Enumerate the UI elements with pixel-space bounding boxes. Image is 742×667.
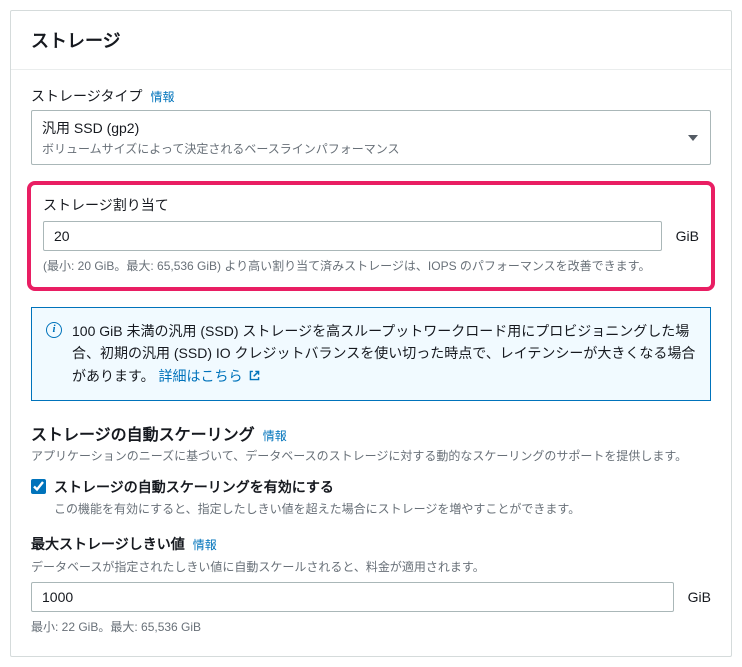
external-link-icon	[248, 366, 261, 388]
autoscaling-section: ストレージの自動スケーリング 情報 アプリケーションのニーズに基づいて、データベ…	[31, 421, 711, 636]
autoscaling-desc: アプリケーションのニーズに基づいて、データベースのストレージに対する動的なスケー…	[31, 447, 711, 465]
threshold-unit: GiB	[688, 589, 711, 605]
info-link-label: 詳細はこちら	[159, 368, 243, 384]
autoscaling-checkbox-label: ストレージの自動スケーリングを有効にする	[54, 477, 580, 497]
threshold-input-row: GiB	[31, 582, 711, 612]
threshold-desc: データベースが指定されたしきい値に自動スケールされると、料金が適用されます。	[31, 558, 711, 576]
threshold-field: 最大ストレージしきい値 情報 データベースが指定されたしきい値に自動スケールされ…	[31, 534, 711, 636]
caret-down-icon	[688, 135, 698, 141]
allocation-label-row: ストレージ割り当て	[43, 195, 699, 215]
storage-type-field: ストレージタイプ 情報 汎用 SSD (gp2) ボリュームサイズによって決定さ…	[31, 86, 711, 165]
panel-body: ストレージタイプ 情報 汎用 SSD (gp2) ボリュームサイズによって決定さ…	[11, 70, 731, 656]
autoscaling-checkbox-row: ストレージの自動スケーリングを有効にする この機能を有効にすると、指定したしきい…	[31, 477, 711, 518]
allocation-input[interactable]	[43, 221, 662, 251]
autoscaling-info-link[interactable]: 情報	[263, 427, 287, 444]
threshold-input[interactable]	[31, 582, 674, 612]
allocation-helper: (最小: 20 GiB。最大: 65,536 GiB) より高い割り当て済みスト…	[43, 257, 699, 275]
threshold-info-link[interactable]: 情報	[193, 536, 217, 553]
storage-allocation-highlight: ストレージ割り当て GiB (最小: 20 GiB。最大: 65,536 GiB…	[27, 181, 715, 291]
autoscaling-title-row: ストレージの自動スケーリング 情報	[31, 421, 711, 445]
allocation-label: ストレージ割り当て	[43, 195, 169, 215]
autoscaling-title: ストレージの自動スケーリング	[31, 421, 255, 445]
storage-type-desc: ボリュームサイズによって決定されるベースラインパフォーマンス	[42, 140, 680, 157]
threshold-label-row: 最大ストレージしきい値 情報	[31, 534, 711, 554]
info-learn-more-link[interactable]: 詳細はこちら	[159, 368, 262, 384]
storage-type-info-link[interactable]: 情報	[150, 88, 174, 105]
info-icon: i	[46, 322, 62, 338]
info-box-content: 100 GiB 未満の汎用 (SSD) ストレージを高スループットワークロード用…	[72, 320, 696, 388]
allocation-input-row: GiB	[43, 221, 699, 251]
storage-type-label-row: ストレージタイプ 情報	[31, 86, 711, 106]
storage-type-selected: 汎用 SSD (gp2)	[42, 118, 680, 138]
panel-title: ストレージ	[31, 27, 711, 53]
autoscaling-enable-checkbox[interactable]	[31, 479, 46, 494]
threshold-helper: 最小: 22 GiB。最大: 65,536 GiB	[31, 618, 711, 636]
allocation-unit: GiB	[676, 228, 699, 244]
throughput-info-box: i 100 GiB 未満の汎用 (SSD) ストレージを高スループットワークロー…	[31, 307, 711, 401]
storage-type-select[interactable]: 汎用 SSD (gp2) ボリュームサイズによって決定されるベースラインパフォー…	[31, 110, 711, 165]
threshold-label: 最大ストレージしきい値	[31, 534, 185, 554]
panel-header: ストレージ	[11, 11, 731, 70]
autoscaling-checkbox-content: ストレージの自動スケーリングを有効にする この機能を有効にすると、指定したしきい…	[54, 477, 580, 518]
storage-panel: ストレージ ストレージタイプ 情報 汎用 SSD (gp2) ボリュームサイズに…	[10, 10, 732, 657]
storage-type-label: ストレージタイプ	[31, 86, 142, 106]
autoscaling-checkbox-desc: この機能を有効にすると、指定したしきい値を超えた場合にストレージを増やすことがで…	[54, 500, 580, 518]
